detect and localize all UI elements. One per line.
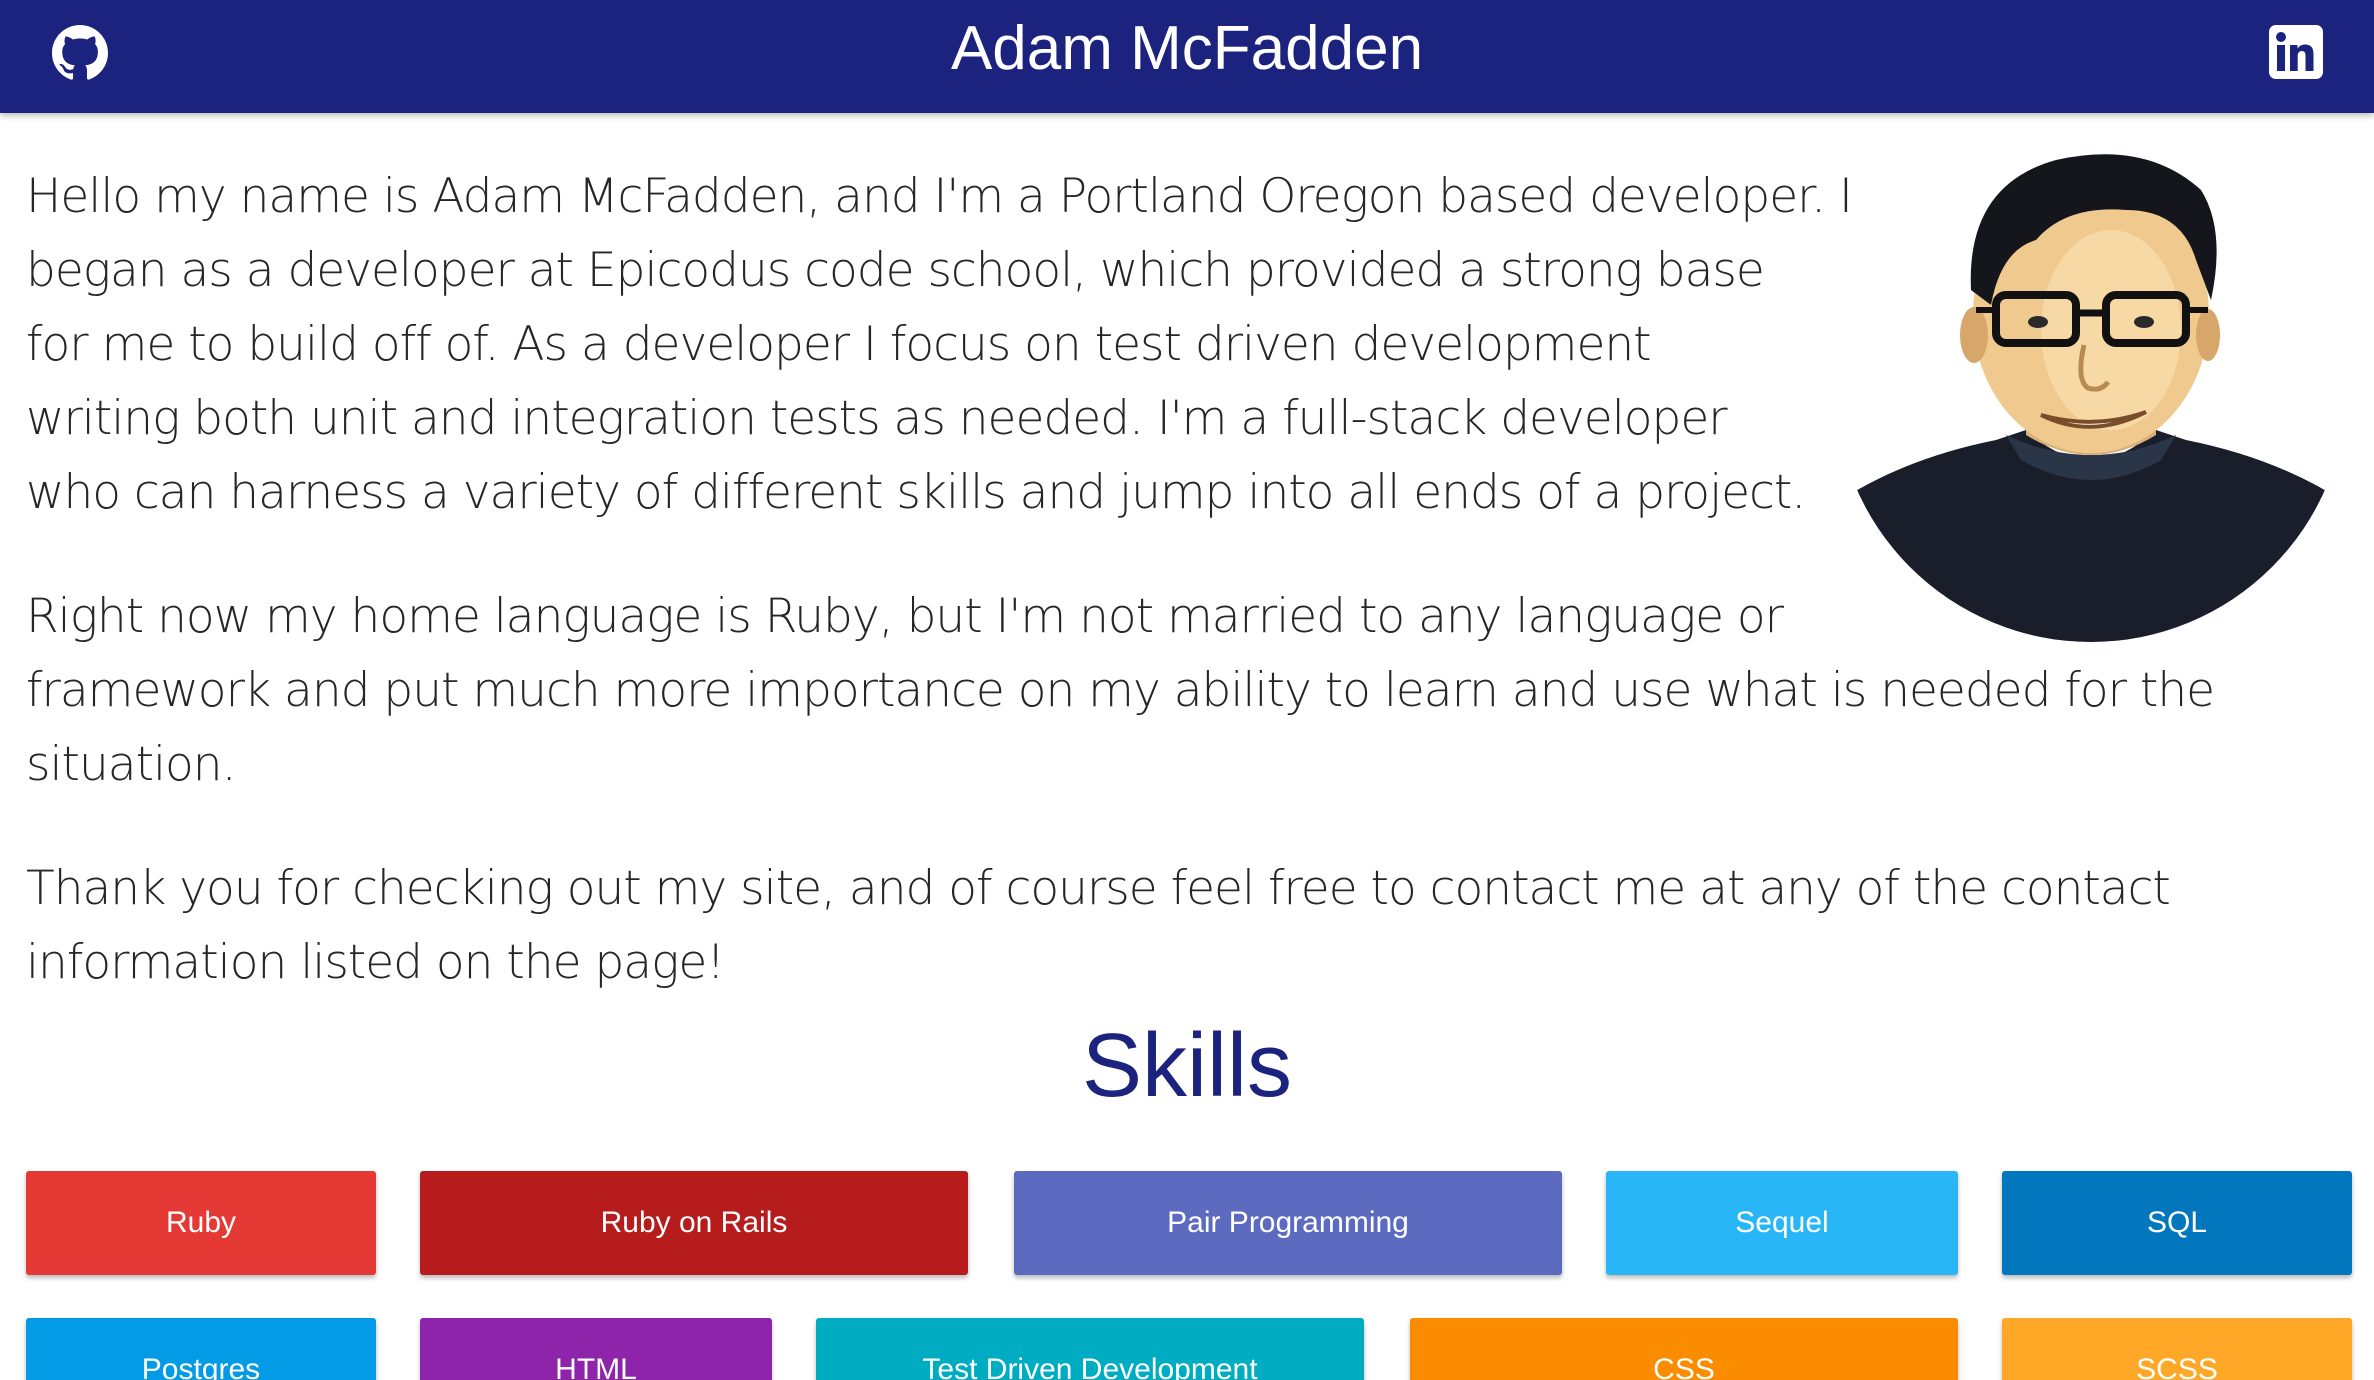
skill-sql[interactable]: SQL	[2002, 1171, 2352, 1275]
skill-pair-programming[interactable]: Pair Programming	[1014, 1171, 1562, 1275]
site-title: Adam McFadden	[950, 14, 1424, 83]
header-bar: Adam McFadden	[0, 0, 2374, 113]
skills-heading: Skills	[1081, 1016, 1292, 1116]
skill-postgres[interactable]: Postgres	[26, 1318, 376, 1380]
skill-test-driven-development[interactable]: Test Driven Development	[816, 1318, 1364, 1380]
linkedin-icon[interactable]	[2268, 24, 2324, 80]
skill-ruby-on-rails[interactable]: Ruby on Rails	[420, 1171, 968, 1275]
page: Adam McFadden Hello my name is Adam McFa…	[0, 0, 2374, 1380]
skill-scss[interactable]: SCSS	[2002, 1318, 2352, 1380]
skill-html[interactable]: HTML	[420, 1318, 772, 1380]
bio-paragraph: Thank you for checking out my site, and …	[26, 861, 2171, 990]
bio-section: Hello my name is Adam McFadden, and I'm …	[26, 130, 2356, 1050]
skill-css[interactable]: CSS	[1410, 1318, 1958, 1380]
skill-sequel[interactable]: Sequel	[1606, 1171, 1958, 1275]
profile-avatar	[1826, 130, 2356, 642]
skill-ruby[interactable]: Ruby	[26, 1171, 376, 1275]
